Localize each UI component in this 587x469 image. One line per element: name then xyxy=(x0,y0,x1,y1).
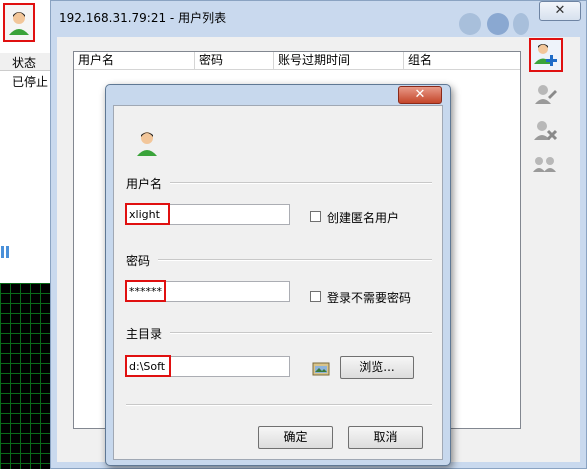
password-section-label: 密码 xyxy=(126,254,151,268)
column-header-expiry[interactable]: 账号过期时间 xyxy=(274,52,404,69)
cancel-button[interactable]: 取消 xyxy=(348,426,423,449)
group-users-button[interactable] xyxy=(531,151,565,185)
folder-icon xyxy=(312,362,330,376)
folder-button[interactable] xyxy=(312,360,330,376)
delete-user-button[interactable] xyxy=(531,117,565,151)
column-header-group[interactable]: 组名 xyxy=(404,52,520,69)
window-close-button[interactable]: ✕ xyxy=(539,1,581,21)
username-highlight xyxy=(125,203,170,225)
server-status-text: 已停止 xyxy=(12,75,49,89)
bottom-divider xyxy=(126,404,432,406)
home-directory-section-label: 主目录 xyxy=(126,327,163,341)
password-divider xyxy=(158,259,432,261)
column-header-password[interactable]: 密码 xyxy=(195,52,274,69)
no-password-checkbox-box[interactable] xyxy=(310,291,321,302)
no-password-checkbox-label: 登录不需要密码 xyxy=(327,291,412,305)
username-divider xyxy=(170,182,432,184)
edit-user-button[interactable] xyxy=(531,81,565,115)
user-icon xyxy=(137,132,157,156)
anonymous-user-checkbox-label: 创建匿名用户 xyxy=(327,211,400,225)
add-user-icon xyxy=(534,44,557,66)
dialog-client: 用户名 xlight 创建匿名用户 密码 ****** 登录不需要密码 主目录 … xyxy=(113,105,443,460)
add-user-dialog: ✕ 用户名 xlight 创建匿名用户 密码 ****** 登录不需要密码 主目… xyxy=(105,84,451,466)
home-directory-highlight xyxy=(125,355,171,377)
activity-graph xyxy=(0,283,52,469)
user-list-header: 用户名 密码 账号过期时间 组名 xyxy=(74,52,520,70)
delete-user-icon xyxy=(534,121,558,141)
password-highlight xyxy=(125,280,166,302)
pause-icon[interactable] xyxy=(0,244,12,260)
anonymous-user-checkbox-box[interactable] xyxy=(310,211,321,222)
status-column-header-label: 状态 xyxy=(12,56,37,70)
ok-button[interactable]: 确定 xyxy=(258,426,333,449)
home-directory-divider xyxy=(170,332,432,334)
add-user-button[interactable] xyxy=(529,38,563,72)
edit-user-icon xyxy=(535,85,557,104)
column-header-username[interactable]: 用户名 xyxy=(74,52,195,69)
user-icon xyxy=(9,12,29,35)
group-users-icon xyxy=(533,157,556,172)
window-title: 192.168.31.79:21 - 用户列表 xyxy=(59,11,227,25)
dialog-close-button[interactable]: ✕ xyxy=(398,86,442,104)
title-bar-icons xyxy=(459,13,529,35)
username-section-label: 用户名 xyxy=(126,177,163,191)
users-toolbar-button[interactable] xyxy=(3,3,35,42)
browse-button[interactable]: 浏览... xyxy=(340,356,414,379)
